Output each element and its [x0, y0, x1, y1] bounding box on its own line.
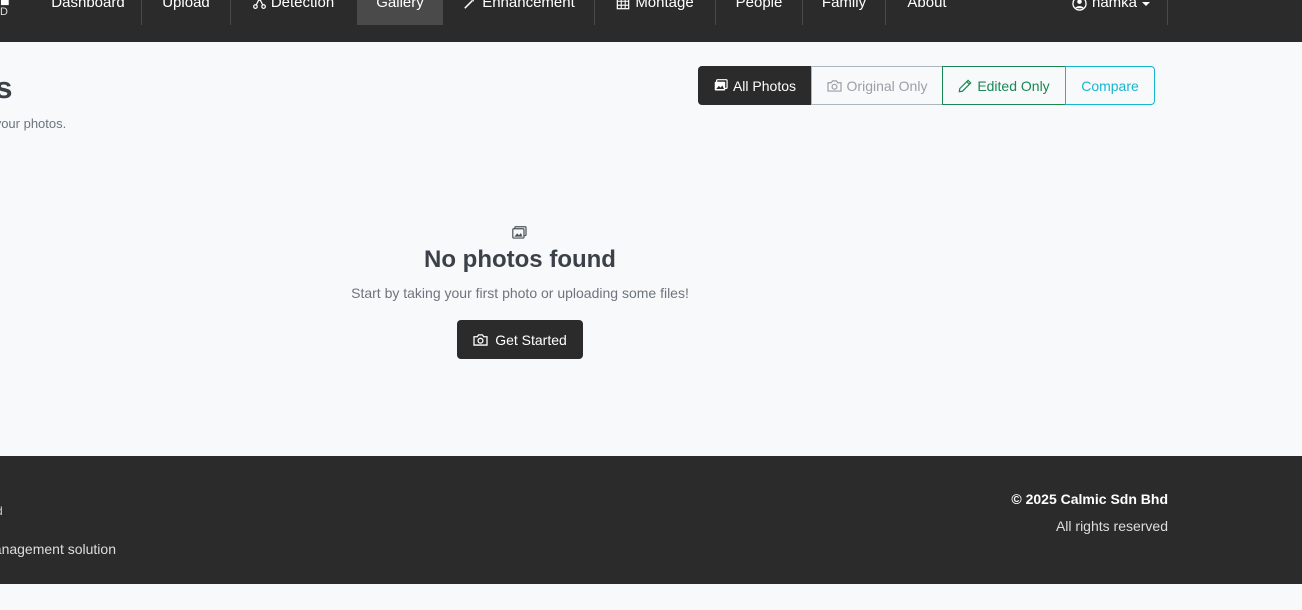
footer: d nanagement solution © 2025 Calmic Sdn …: [0, 456, 1302, 584]
nav-gallery[interactable]: Gallery: [357, 0, 443, 25]
filter-compare-button[interactable]: Compare: [1065, 66, 1155, 105]
grid-icon: [617, 0, 630, 10]
nav-people[interactable]: People: [716, 0, 802, 25]
nav-upload-label: Upload: [162, 0, 210, 11]
camera-icon: [473, 334, 488, 346]
user-menu[interactable]: hamka: [1055, 0, 1167, 25]
get-started-button[interactable]: Get Started: [457, 320, 583, 359]
top-navbar: ■ D Dashboard Upload Detection Gallery E…: [0, 0, 1302, 42]
filter-original-only-label: Original Only: [846, 77, 928, 94]
pencil-icon: [958, 78, 972, 92]
filter-all-photos-label: All Photos: [732, 77, 797, 94]
nav-family-label: Family: [821, 0, 867, 11]
user-name: hamka: [1091, 0, 1138, 11]
nav-dashboard[interactable]: Dashboard: [36, 0, 140, 25]
diagram-icon: [252, 0, 266, 9]
nav-enhancement-label: Enhancement: [482, 0, 575, 11]
image-icon: [512, 226, 527, 244]
user-circle-icon: [1072, 0, 1087, 11]
nav-divider: [1167, 0, 1168, 25]
filter-all-photos-button[interactable]: All Photos: [698, 66, 812, 105]
nav-montage-label: Montage: [635, 0, 694, 11]
empty-state-title: No photos found: [424, 246, 616, 273]
page-subtitle: ge all your photos.: [0, 116, 67, 131]
get-started-label: Get Started: [495, 331, 567, 348]
nav-upload[interactable]: Upload: [142, 0, 230, 25]
nav-detection-label: Detection: [270, 0, 335, 11]
images-icon: [714, 79, 728, 91]
filter-edited-only-label: Edited Only: [977, 77, 1050, 94]
nav-dashboard-label: Dashboard: [51, 0, 125, 11]
footer-brand-text: d: [0, 504, 3, 518]
footer-rights: All rights reserved: [1055, 518, 1168, 534]
footer-copyright: © 2025 Calmic Sdn Bhd: [1011, 491, 1168, 507]
page-title: tos: [0, 70, 13, 105]
caret-down-icon: [1142, 2, 1151, 6]
nav-about-label: About: [907, 0, 947, 11]
filter-original-only-button[interactable]: Original Only: [811, 66, 943, 105]
filter-edited-only-button[interactable]: Edited Only: [942, 66, 1066, 105]
nav-people-label: People: [735, 0, 783, 11]
photo-filter-group: All Photos Original Only Edited Only Com…: [698, 66, 1155, 105]
brand-subtitle: D: [0, 6, 9, 18]
magic-wand-icon: [464, 0, 475, 9]
nav-montage[interactable]: Montage: [595, 0, 715, 25]
nav-enhancement[interactable]: Enhancement: [444, 0, 594, 25]
nav-family[interactable]: Family: [803, 0, 885, 25]
empty-state-text: Start by taking your first photo or uplo…: [351, 285, 689, 301]
nav-detection[interactable]: Detection: [231, 0, 356, 25]
nav-gallery-label: Gallery: [376, 0, 424, 11]
filter-compare-label: Compare: [1081, 77, 1139, 94]
camera-icon: [826, 80, 842, 92]
footer-tagline: nanagement solution: [0, 541, 116, 557]
nav-about[interactable]: About: [886, 0, 968, 25]
